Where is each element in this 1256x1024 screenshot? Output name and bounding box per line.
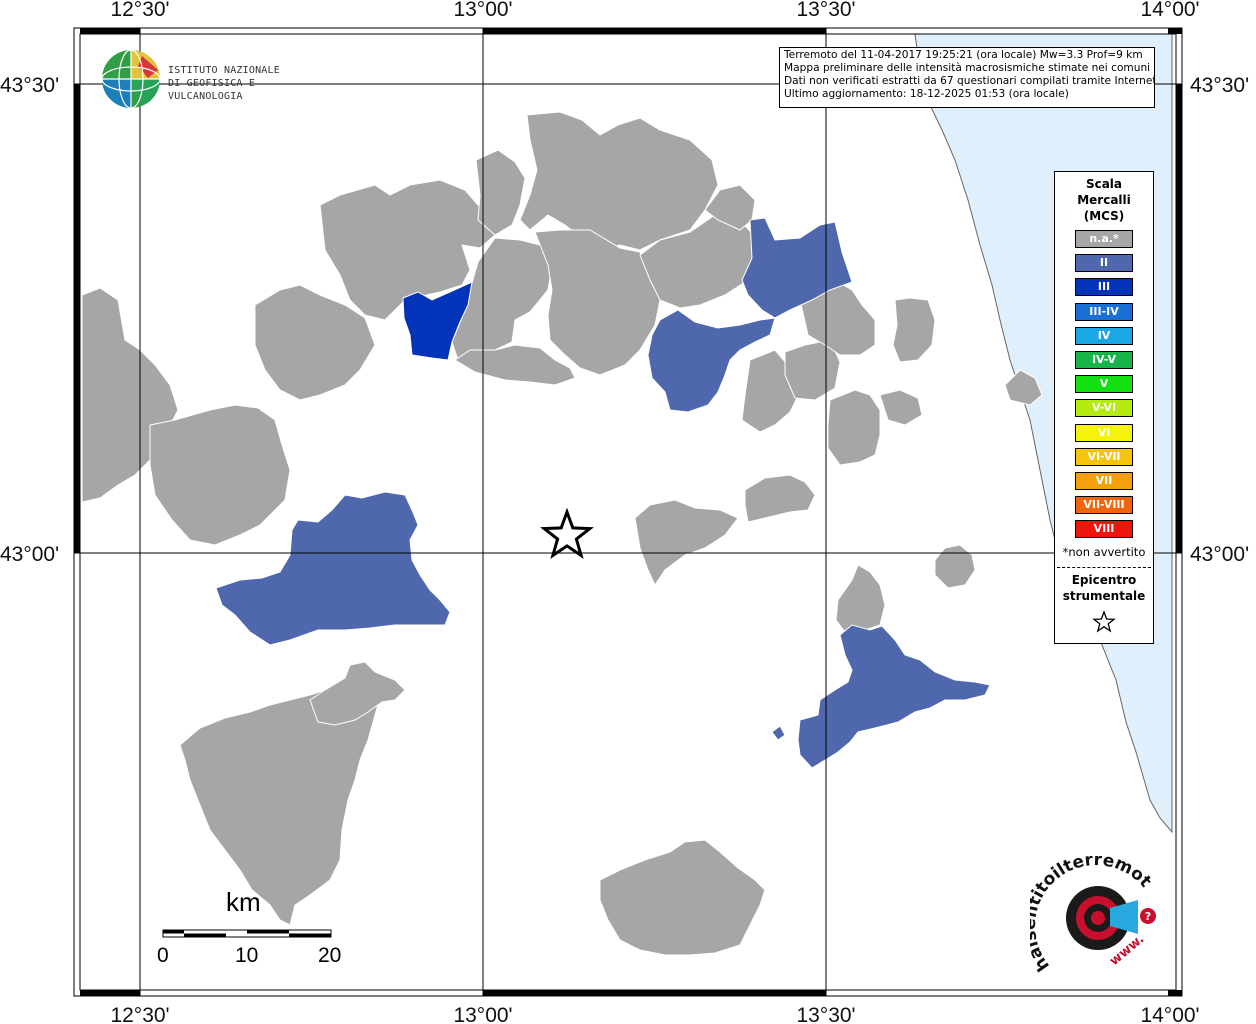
legend-epicenter-label: Epicentro strumentale [1055,572,1153,604]
tick-bottom-4: 14°00' [1140,1004,1199,1024]
scale-tick-20: 20 [318,944,342,967]
legend-star-icon [1092,610,1116,633]
legend-item-iii: III [1075,278,1133,297]
ingv-logo: ISTITUTO NAZIONALE DI GEOFISICA E VULCAN… [100,48,330,110]
ingv-name-line2: DI GEOFISICA E VULCANOLOGIA [168,78,256,102]
legend-title-line3: (MCS) [1083,209,1125,223]
tick-right-2: 43°00' [1190,543,1249,566]
event-info-line4: Ultimo aggiornamento: 18-12-2025 01:53 (… [784,88,1069,100]
scale-bar [162,929,332,938]
hsit-logo-graphic: ? haisentitoilterremoto.it www. [1020,841,1156,975]
legend-title-line2: Mercalli [1077,193,1131,207]
event-info-line3: Dati non verificati estratti da 67 quest… [784,75,1155,87]
tick-top-3: 13°30' [796,0,855,21]
event-info-box: Terremoto del 11-04-2017 19:25:21 (ora l… [779,47,1155,108]
legend-item-iii-iv: III-IV [1075,302,1133,321]
svg-text:?: ? [1145,910,1151,923]
intensity-legend: Scala Mercalli (MCS) n.a.* II III III-IV IV I… [1054,171,1154,644]
legend-item-vi-vii: VI-VII [1075,447,1133,466]
tick-left-2: 43°00' [0,543,59,566]
ingv-globe-icon [101,49,161,109]
hsit-logo: ? haisentitoilterremoto.it www. [1020,841,1170,986]
ingv-name: ISTITUTO NAZIONALE DI GEOFISICA E VULCAN… [168,64,330,103]
legend-item-ii: II [1075,254,1133,273]
tick-top-1: 12°30' [110,0,169,21]
legend-item-n-a: n.a.* [1075,230,1133,248]
legend-epicenter-line2: strumentale [1062,589,1146,603]
tick-bottom-1: 12°30' [110,1004,169,1024]
legend-item-viii: VIII [1075,520,1133,539]
legend-title-line1: Scala [1085,177,1123,191]
legend-separator [1057,567,1151,568]
tick-bottom-3: 13°30' [796,1004,855,1024]
ingv-name-line1: ISTITUTO NAZIONALE [168,65,280,76]
legend-note: *non avvertito [1062,545,1146,559]
event-info-line2: Mappa preliminare delle intensità macros… [784,62,1151,74]
tick-top-4: 14°00' [1140,0,1199,21]
legend-item-iv-v: IV-V [1075,351,1133,369]
tick-right-1: 43°30' [1190,74,1249,97]
tick-bottom-2: 13°00' [453,1004,512,1024]
event-info-line1: Terremoto del 11-04-2017 19:25:21 (ora l… [784,49,1143,61]
legend-title: Scala Mercalli (MCS) [1055,176,1153,224]
legend-item-vii-viii: VII-VIII [1075,496,1133,515]
legend-item-v: V [1075,375,1133,394]
legend-epicenter-line1: Epicentro [1071,573,1137,587]
scale-unit-label: km [226,887,261,917]
legend-item-iv: IV [1075,326,1133,345]
scale-tick-0: 0 [157,944,169,967]
tick-top-2: 13°00' [453,0,512,21]
legend-item-v-vi: V-VI [1075,399,1133,418]
scale-tick-10: 10 [235,944,259,967]
legend-item-vii: VII [1075,472,1133,490]
tick-left-1: 43°30' [0,74,59,97]
legend-item-vi: VI [1075,423,1133,442]
